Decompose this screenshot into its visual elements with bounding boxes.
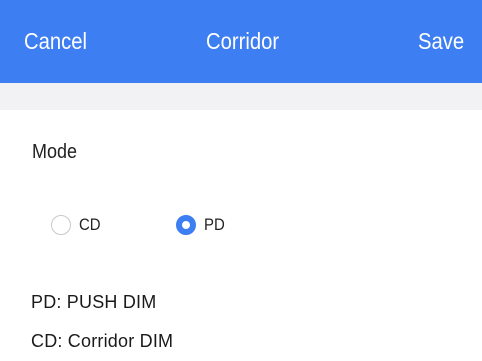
corridor-settings-screen: Cancel Corridor Save Mode CD PD PD: PUSH… xyxy=(0,0,482,361)
mode-option-cd[interactable]: CD xyxy=(51,212,104,238)
mode-option-pd-label: PD xyxy=(204,215,225,234)
mode-option-cd-label: CD xyxy=(79,215,101,234)
page-title: Corridor xyxy=(206,28,280,54)
mode-label: Mode xyxy=(32,141,78,163)
navigation-bar: Cancel Corridor Save xyxy=(0,0,482,83)
radio-unselected-icon[interactable] xyxy=(51,215,71,235)
cd-description: CD: Corridor DIM xyxy=(31,331,174,351)
radio-selected-icon[interactable] xyxy=(176,215,196,235)
pd-description: PD: PUSH DIM xyxy=(31,292,157,312)
mode-option-pd[interactable]: PD xyxy=(176,212,228,238)
section-separator xyxy=(0,83,482,110)
cancel-button[interactable]: Cancel xyxy=(24,0,87,83)
save-button[interactable]: Save xyxy=(418,0,464,83)
